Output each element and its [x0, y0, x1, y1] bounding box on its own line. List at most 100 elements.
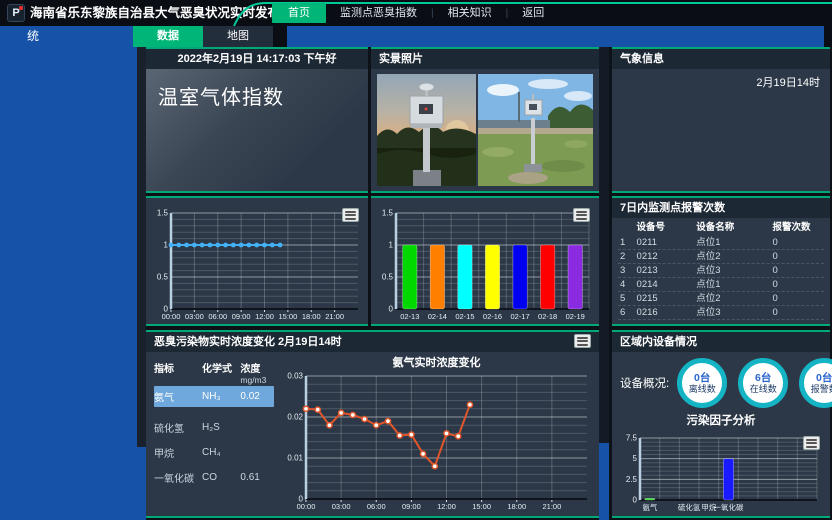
content-scrollbar[interactable] — [599, 47, 609, 520]
nh3-line-chart: 00.010.020.0300:0003:0006:0009:0012:0015… — [278, 370, 595, 512]
device-stat-circle: 0台报警数 — [799, 358, 832, 408]
table-cell: 一氧化碳 — [154, 470, 202, 485]
svg-text:02-18: 02-18 — [538, 312, 557, 321]
tab-data[interactable]: 数据 — [133, 26, 203, 47]
table-row: 10211点位10 — [618, 236, 824, 250]
table-row: 20212点位20 — [618, 250, 824, 264]
table-cell: 0 — [772, 264, 824, 277]
tab-map[interactable]: 地图 — [203, 26, 273, 47]
weather-time: 2月19日14时 — [612, 69, 830, 95]
daily_bars-svg: 00.511.502-1302-1402-1502-1602-1702-1802… — [373, 207, 597, 322]
pollutant-row[interactable]: 氨气NH₃0.02 — [154, 386, 274, 407]
chart-menu-icon[interactable] — [803, 436, 820, 450]
svg-text:15:00: 15:00 — [472, 502, 491, 511]
pollutant-row[interactable]: 硫化氢H₂S — [154, 415, 274, 440]
device-stat-circles: 0台离线数6台在线数0台报警数 — [677, 358, 832, 408]
panel-alarms: 7日内监测点报警次数 设备号 设备名称 报警次数 10211点位1020212点… — [612, 196, 830, 326]
page-headline: 温室气体指数 — [146, 69, 368, 110]
svg-text:0.5: 0.5 — [157, 273, 169, 282]
alarm-table: 设备号 设备名称 报警次数 10211点位1020212点位2030213点位3… — [612, 218, 830, 320]
greenhouse_line-svg: 00.511.500:0003:0006:0009:0012:0015:0018… — [148, 207, 366, 322]
svg-text:一氧化碳: 一氧化碳 — [714, 502, 744, 512]
chart-menu-icon[interactable] — [573, 208, 590, 222]
device-stat-circle: 0台离线数 — [677, 358, 727, 408]
dashboard: P 海南省乐东黎族自治县大气恶臭状况实时发布系 首页 监测点恶臭指数 | 相关知… — [0, 0, 832, 520]
table-row: 30213点位30 — [618, 264, 824, 278]
svg-text:02-13: 02-13 — [400, 312, 419, 321]
svg-text:03:00: 03:00 — [332, 502, 351, 511]
table-cell: 0.02 — [240, 391, 274, 402]
svg-text:1: 1 — [389, 241, 394, 250]
site-photo-dusk[interactable] — [377, 74, 476, 186]
svg-text:02-15: 02-15 — [455, 312, 474, 321]
table-cell: H₂S — [202, 422, 240, 433]
table-cell: 5 — [618, 292, 637, 305]
svg-text:0.01: 0.01 — [287, 454, 303, 463]
table-cell: 3 — [618, 264, 637, 277]
svg-text:02-16: 02-16 — [483, 312, 502, 321]
table-cell: CH₄ — [202, 447, 240, 458]
pollutant-row[interactable]: 一氧化碳CO0.61 — [154, 465, 274, 490]
svg-text:0: 0 — [633, 496, 638, 505]
stat-label: 报警数 — [811, 384, 832, 394]
factor_bars-svg: 02.557.5氨气硫化氢甲烷一氧化碳 — [617, 432, 825, 513]
table-cell: 点位1 — [696, 278, 772, 291]
stat-label: 离线数 — [689, 384, 716, 394]
stat-count: 6台 — [755, 373, 771, 384]
chart-menu-icon[interactable] — [342, 208, 359, 222]
svg-text:02-19: 02-19 — [566, 312, 585, 321]
app-title-wrap: 统 — [0, 26, 137, 47]
panel-devices: 区域内设备情况 设备概况: 0台离线数6台在线数0台报警数 污染因子分析 02.… — [612, 330, 830, 518]
table-cell: 4 — [618, 278, 637, 291]
svg-text:12:00: 12:00 — [255, 312, 274, 321]
nav-odor-index[interactable]: 监测点恶臭指数 — [326, 3, 431, 23]
table-cell: 0215 — [637, 292, 697, 305]
table-row: 60216点位30 — [618, 306, 824, 320]
svg-text:09:00: 09:00 — [402, 502, 421, 511]
nav-knowledge[interactable]: 相关知识 — [434, 3, 506, 23]
device-overview-label: 设备概况: — [620, 375, 669, 391]
svg-text:2.5: 2.5 — [626, 475, 638, 484]
panel-welcome: 2022年2月19日 14:17:03 下午好 温室气体指数 — [146, 47, 368, 193]
datetime-text: 2022年2月19日 14:17:03 下午好 — [146, 49, 368, 69]
svg-text:18:00: 18:00 — [302, 312, 321, 321]
svg-text:06:00: 06:00 — [367, 502, 386, 511]
panel-daily-bars: 00.511.502-1302-1402-1502-1602-1702-1802… — [371, 196, 599, 326]
svg-text:06:00: 06:00 — [208, 312, 227, 321]
welcome-body: 温室气体指数 — [146, 69, 368, 191]
table-row: 40214点位10 — [618, 278, 824, 292]
table-cell: 0213 — [637, 264, 697, 277]
greenhouse-line-chart: 00.511.500:0003:0006:0009:0012:0015:0018… — [148, 207, 366, 322]
table-cell: 点位1 — [696, 236, 772, 249]
svg-text:02-14: 02-14 — [428, 312, 447, 321]
stat-count: 0台 — [694, 373, 710, 384]
panel-greenhouse-chart: 00.511.500:0003:0006:0009:0012:0015:0018… — [146, 196, 368, 326]
svg-text:18:00: 18:00 — [507, 502, 526, 511]
table-cell: CO — [202, 472, 240, 483]
nav-home[interactable]: 首页 — [272, 3, 326, 23]
left-scrollbar[interactable] — [137, 47, 146, 520]
factor-chart-title: 污染因子分析 — [612, 412, 830, 427]
top-bar: P 海南省乐东黎族自治县大气恶臭状况实时发布系 首页 监测点恶臭指数 | 相关知… — [0, 0, 832, 26]
sidebar — [0, 47, 137, 520]
pollutant-row[interactable]: 甲烷CH₄ — [154, 440, 274, 465]
chart-menu-icon[interactable] — [574, 334, 591, 348]
pollutants-title: 恶臭污染物实时浓度变化 2月19日14时 — [146, 332, 599, 352]
svg-text:氨气: 氨气 — [642, 502, 657, 512]
device-overview: 设备概况: 0台离线数6台在线数0台报警数 — [612, 352, 830, 410]
pollutant-table-body: 氨气NH₃0.02 硫化氢H₂S甲烷CH₄一氧化碳CO0.61 — [154, 386, 274, 490]
table-cell: 氨气 — [154, 389, 202, 404]
tab-row-edge — [824, 26, 832, 47]
table-cell: NH₃ — [202, 391, 240, 402]
alarm-table-header: 设备号 设备名称 报警次数 — [618, 221, 824, 236]
factor-bar-chart: 02.557.5氨气硫化氢甲烷一氧化碳 — [617, 432, 825, 513]
nav-back[interactable]: 返回 — [508, 3, 558, 23]
table-cell: 点位2 — [696, 250, 772, 263]
main-nav: 首页 监测点恶臭指数 | 相关知识 | 返回 — [272, 0, 558, 26]
panel-pollutants: 恶臭污染物实时浓度变化 2月19日14时 指标 化学式 浓度mg/m3 氨气NH… — [146, 330, 599, 518]
site-photo-field[interactable] — [478, 74, 593, 186]
svg-text:0: 0 — [389, 305, 394, 314]
nh3-chart-title: 氨气实时浓度变化 — [278, 354, 595, 370]
svg-text:15:00: 15:00 — [278, 312, 297, 321]
table-cell: 0214 — [637, 278, 697, 291]
